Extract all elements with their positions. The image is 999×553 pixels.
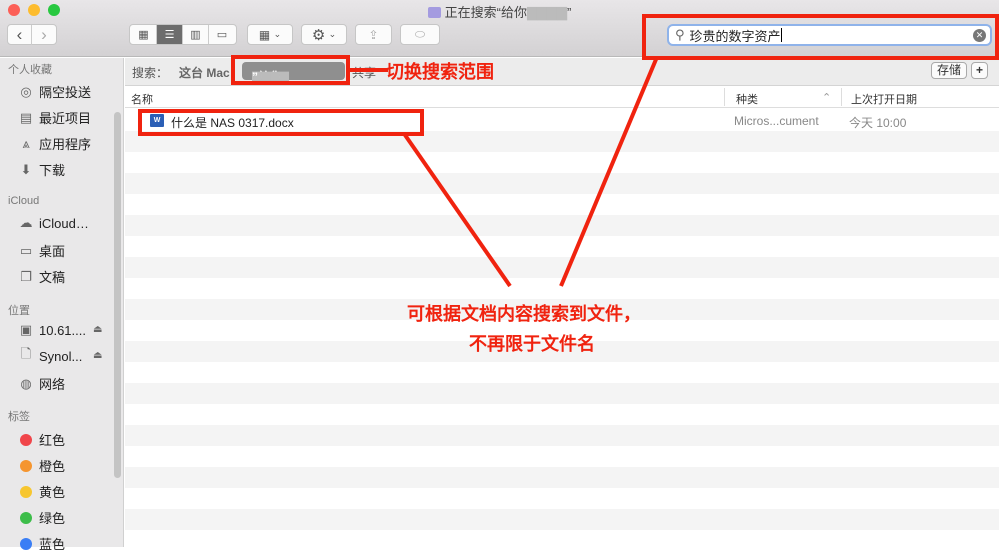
- annotation-content-line1: 可根据文档内容搜索到文件，: [407, 304, 641, 324]
- annotation-content-line2: 不再限于文件名: [469, 334, 595, 354]
- annotation-line-file: [403, 133, 512, 288]
- annotation-box-search: [642, 14, 999, 60]
- annotation-box-scope: [231, 55, 350, 85]
- annotation-box-file: [138, 109, 424, 136]
- annotation-lines: [350, 56, 659, 288]
- annotation-scope-text: 切换搜索范围: [386, 62, 494, 82]
- annotation-line-search: [559, 56, 659, 287]
